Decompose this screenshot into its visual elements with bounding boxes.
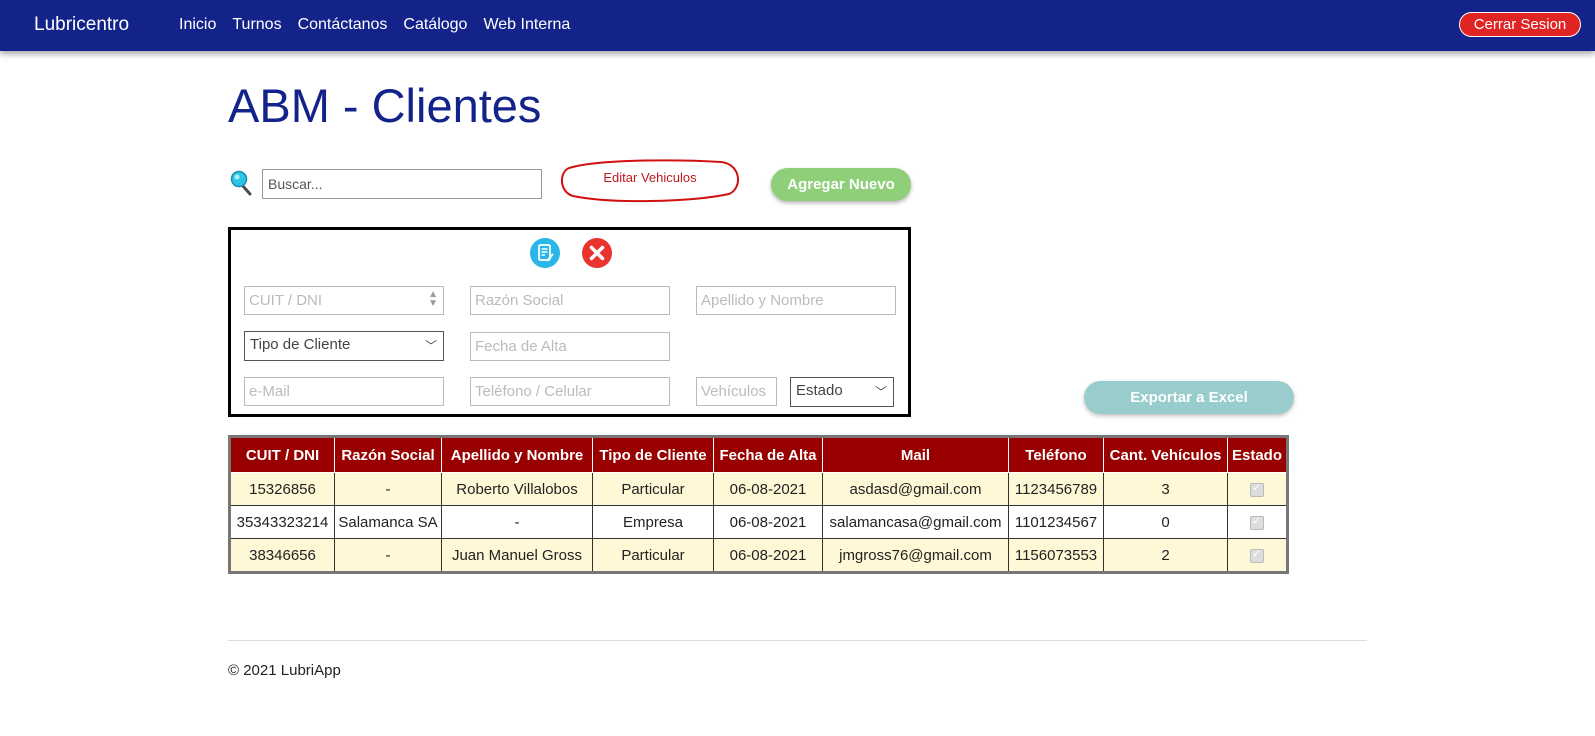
table-row[interactable]: 15326856 - Roberto Villalobos Particular… (229, 472, 1289, 506)
cell-mail: jmgross76@gmail.com (822, 538, 1009, 573)
estado-checkbox[interactable] (1250, 481, 1264, 497)
tipo-cliente-select[interactable]: Tipo de Cliente ﹀ (244, 331, 444, 361)
export-excel-button[interactable]: Exportar a Excel (1084, 381, 1294, 414)
table-row[interactable]: 35343323214 Salamanca SA - Empresa 06-08… (229, 505, 1289, 539)
cell-estado (1226, 538, 1289, 573)
edit-vehicles-label: Editar Vehiculos (603, 170, 697, 185)
vehiculos-field[interactable] (696, 377, 777, 406)
column-header[interactable]: Estado (1226, 436, 1289, 473)
cell-telefono: 1101234567 (1008, 505, 1104, 539)
nav-link-contactanos[interactable]: Contáctanos (298, 16, 388, 34)
cell-razon-social: - (334, 538, 442, 573)
cell-estado (1226, 472, 1289, 506)
footer-copyright: © 2021 LubriApp (228, 662, 341, 679)
search-input[interactable] (262, 169, 542, 199)
razon-social-field[interactable] (470, 286, 670, 315)
fecha-alta-field[interactable] (470, 332, 670, 361)
cuit-dni-field[interactable] (244, 286, 444, 315)
cell-apellido-nombre: - (441, 505, 593, 539)
cell-tipo-cliente: Particular (592, 538, 714, 573)
cell-razon-social: Salamanca SA (334, 505, 442, 539)
logout-button[interactable]: Cerrar Sesion (1459, 12, 1581, 37)
telefono-field[interactable] (470, 377, 670, 406)
cell-apellido-nombre: Juan Manuel Gross (441, 538, 593, 573)
column-header[interactable]: Cant. Vehículos (1103, 436, 1228, 473)
clients-table: CUIT / DNI Razón Social Apellido y Nombr… (228, 435, 1290, 574)
brand-logo[interactable]: Lubricentro (34, 14, 129, 36)
cell-cuit: 35343323214 (229, 505, 335, 539)
cell-fecha-alta: 06-08-2021 (713, 472, 823, 506)
estado-checkbox[interactable] (1250, 514, 1264, 530)
cell-cant-vehiculos: 2 (1103, 538, 1228, 573)
table-header-row: CUIT / DNI Razón Social Apellido y Nombr… (229, 436, 1289, 473)
cell-telefono: 1156073553 (1008, 538, 1104, 573)
cell-cant-vehiculos: 0 (1103, 505, 1228, 539)
table-row[interactable]: 38346656 - Juan Manuel Gross Particular … (229, 538, 1289, 573)
column-header[interactable]: Tipo de Cliente (592, 436, 714, 473)
cell-tipo-cliente: Empresa (592, 505, 714, 539)
apellido-nombre-field[interactable] (696, 286, 896, 315)
tipo-cliente-value: Tipo de Cliente (250, 336, 351, 353)
estado-checkbox[interactable] (1250, 547, 1264, 563)
column-header[interactable]: Apellido y Nombre (441, 436, 593, 473)
cell-mail: salamancasa@gmail.com (822, 505, 1009, 539)
cell-cuit: 38346656 (229, 538, 335, 573)
email-field[interactable] (244, 377, 444, 406)
cell-apellido-nombre: Roberto Villalobos (441, 472, 593, 506)
cell-fecha-alta: 06-08-2021 (713, 538, 823, 573)
nav-link-inicio[interactable]: Inicio (179, 16, 216, 34)
column-header[interactable]: Fecha de Alta (713, 436, 823, 473)
estado-select[interactable]: Estado ﹀ (790, 377, 894, 407)
cell-fecha-alta: 06-08-2021 (713, 505, 823, 539)
add-new-button[interactable]: Agregar Nuevo (771, 168, 911, 201)
column-header[interactable]: CUIT / DNI (229, 436, 335, 473)
search-icon[interactable] (230, 170, 254, 201)
nav-link-catalogo[interactable]: Catálogo (403, 16, 467, 34)
close-icon[interactable] (581, 237, 613, 274)
cell-cant-vehiculos: 3 (1103, 472, 1228, 506)
estado-value: Estado (796, 382, 843, 399)
footer-divider (228, 640, 1367, 641)
nav-links: Inicio Turnos Contáctanos Catálogo Web I… (179, 16, 570, 34)
column-header[interactable]: Mail (822, 436, 1009, 473)
cell-tipo-cliente: Particular (592, 472, 714, 506)
edit-icon[interactable] (529, 237, 561, 274)
navbar: Lubricentro Inicio Turnos Contáctanos Ca… (0, 0, 1595, 51)
cell-cuit: 15326856 (229, 472, 335, 506)
number-stepper-icon[interactable]: ▲ ▼ (428, 290, 438, 309)
page-title: ABM - Clientes (228, 79, 542, 132)
edit-vehicles-link[interactable]: Editar Vehiculos (561, 158, 739, 204)
cell-razon-social: - (334, 472, 442, 506)
cell-telefono: 1123456789 (1008, 472, 1104, 506)
chevron-down-icon: ﹀ (874, 385, 887, 399)
cuit-field-wrapper: ▲▼ (244, 286, 444, 315)
cell-mail: asdasd@gmail.com (822, 472, 1009, 506)
cell-estado (1226, 505, 1289, 539)
nav-link-turnos[interactable]: Turnos (232, 16, 281, 34)
column-header[interactable]: Razón Social (334, 436, 442, 473)
column-header[interactable]: Teléfono (1008, 436, 1104, 473)
nav-link-web-interna[interactable]: Web Interna (483, 16, 570, 34)
chevron-down-icon: ﹀ (424, 339, 437, 353)
